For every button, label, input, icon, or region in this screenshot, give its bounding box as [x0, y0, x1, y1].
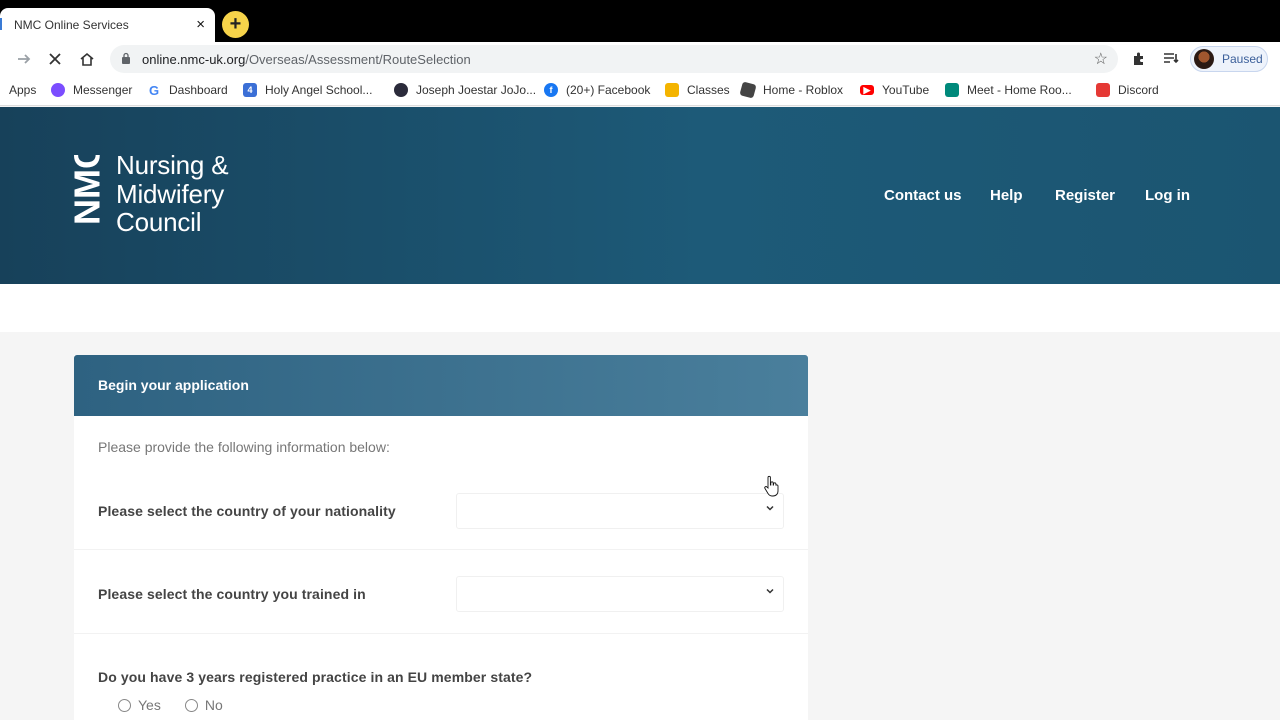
- messenger-icon: [51, 83, 65, 97]
- lock-icon: [122, 52, 130, 64]
- eu-practice-label: Do you have 3 years registered practice …: [98, 669, 533, 685]
- divider: [74, 549, 808, 550]
- avatar: [1194, 49, 1214, 69]
- jojo-icon: [394, 83, 408, 97]
- divider: [74, 633, 808, 634]
- bookmark-youtube[interactable]: ▶ YouTube: [860, 83, 929, 97]
- url-text: online.nmc-uk.org/Overseas/Assessment/Ro…: [142, 52, 471, 67]
- chevron-down-icon: [765, 503, 775, 516]
- browser-tab[interactable]: NMC Online Services ×: [0, 8, 215, 42]
- hand-cursor-icon: [764, 475, 779, 497]
- tab-close-icon[interactable]: ×: [196, 16, 205, 33]
- bookmark-discord[interactable]: Discord: [1096, 83, 1159, 97]
- yes-radio[interactable]: [118, 698, 131, 712]
- stop-loading-icon[interactable]: [43, 47, 67, 71]
- bookmark-facebook[interactable]: f (20+) Facebook: [544, 83, 650, 97]
- no-option[interactable]: No: [184, 697, 223, 713]
- bookmark-classes[interactable]: Classes: [665, 83, 730, 97]
- trained-country-label: Please select the country you trained in: [98, 586, 366, 602]
- browser-tab-bar: NMC Online Services × +: [0, 0, 1280, 42]
- meet-icon: [945, 83, 959, 97]
- bookmark-meet[interactable]: Meet - Home Roo...: [945, 83, 1072, 97]
- nmc-logo-text[interactable]: Nursing & Midwifery Council: [116, 151, 229, 237]
- bookmark-holy-angel[interactable]: 4 Holy Angel School...: [243, 83, 372, 97]
- profile-button[interactable]: Paused: [1190, 46, 1268, 72]
- bookmark-jojo[interactable]: Joseph Joestar JoJo...: [394, 83, 536, 97]
- bookmarks-bar: Apps Messenger G Dashboard 4 Holy Angel Sc…: [0, 76, 1280, 106]
- nationality-label: Please select the country of your nation…: [98, 503, 396, 519]
- no-radio[interactable]: [184, 698, 198, 712]
- intro-text: Please provide the following information…: [98, 439, 390, 455]
- reading-list-icon[interactable]: [1162, 50, 1180, 70]
- profile-status: Paused: [1222, 52, 1263, 66]
- google-icon: G: [148, 82, 160, 98]
- trained-country-select[interactable]: [456, 576, 784, 612]
- log-in-link[interactable]: Log in: [1145, 187, 1190, 204]
- eu-practice-options: Yes No: [118, 697, 247, 713]
- yes-option[interactable]: Yes: [118, 697, 161, 713]
- school-icon: 4: [243, 83, 257, 97]
- address-bar[interactable]: online.nmc-uk.org/Overseas/Assessment/Ro…: [110, 45, 1118, 73]
- discord-icon: [1096, 83, 1110, 97]
- facebook-icon: f: [544, 83, 558, 97]
- tab-title: NMC Online Services: [14, 18, 129, 32]
- sub-header-bar: [0, 284, 1280, 332]
- help-link[interactable]: Help: [990, 187, 1023, 204]
- youtube-icon: ▶: [860, 85, 874, 95]
- star-icon[interactable]: ☆: [1094, 49, 1108, 69]
- tab-favicon-icon: [0, 18, 2, 30]
- extensions-icon[interactable]: [1131, 50, 1147, 70]
- nationality-select[interactable]: [456, 493, 784, 529]
- bookmark-apps[interactable]: Apps: [9, 83, 36, 97]
- bookmark-dashboard[interactable]: G Dashboard: [147, 82, 228, 98]
- classroom-icon: [665, 83, 679, 97]
- bookmark-messenger[interactable]: Messenger: [51, 83, 132, 97]
- new-tab-button[interactable]: +: [222, 11, 249, 38]
- browser-toolbar: online.nmc-uk.org/Overseas/Assessment/Ro…: [0, 42, 1280, 76]
- logo-mark-text: NMC: [73, 155, 107, 225]
- contact-us-link[interactable]: Contact us: [884, 187, 962, 204]
- home-icon[interactable]: [75, 47, 99, 71]
- chevron-down-icon: [765, 586, 775, 599]
- nmc-logo-mark[interactable]: NMC: [73, 155, 107, 237]
- application-card: Begin your application Please provide th…: [74, 355, 808, 720]
- site-header: NMC Nursing & Midwifery Council Contact …: [0, 107, 1280, 284]
- register-link[interactable]: Register: [1055, 187, 1115, 204]
- roblox-icon: [739, 81, 757, 99]
- forward-arrow-icon[interactable]: [12, 47, 36, 71]
- card-heading: Begin your application: [74, 355, 808, 416]
- bookmark-roblox[interactable]: Home - Roblox: [739, 81, 843, 99]
